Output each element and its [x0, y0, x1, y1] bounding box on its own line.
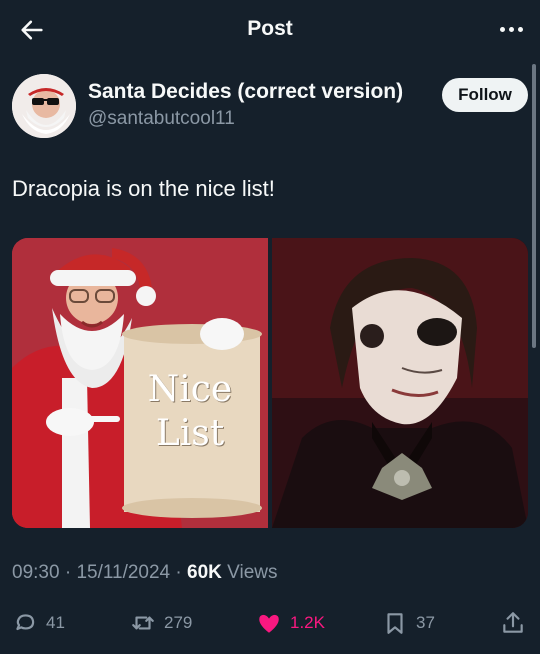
santa-avatar-image	[12, 74, 76, 138]
media-image-cardinal[interactable]	[272, 238, 528, 528]
views-count[interactable]: 60K	[187, 562, 222, 583]
cardinal-photo	[272, 238, 528, 528]
share-button[interactable]	[500, 606, 526, 640]
reply-icon	[16, 614, 35, 631]
reply-button[interactable]: 41	[12, 606, 65, 640]
action-bar: 41 279 1.2K 37	[12, 606, 528, 640]
post-author: Santa Decides (correct version) @santabu…	[12, 74, 528, 140]
scrollbar[interactable]	[532, 64, 536, 348]
nice-list-sign: Nice List	[130, 368, 250, 456]
like-count: 1.2K	[290, 613, 325, 632]
bookmark-button[interactable]: 37	[382, 606, 435, 640]
repost-button[interactable]: 279	[130, 606, 192, 640]
repost-icon	[132, 616, 154, 630]
page-title: Post	[247, 17, 293, 40]
sign-line-2: List	[155, 413, 225, 454]
post-meta: 09:30 · 15/11/2024 · 60K Views	[12, 562, 278, 584]
author-handle[interactable]: @santabutcool11	[88, 108, 403, 130]
views-label: Views	[221, 562, 278, 583]
back-button[interactable]	[18, 16, 46, 44]
reply-count: 41	[46, 613, 65, 632]
meta-separator: ·	[170, 562, 188, 583]
bookmark-count: 37	[416, 613, 435, 632]
more-horizontal-icon	[499, 26, 505, 32]
sign-line-1: Nice	[147, 369, 233, 410]
post-date: 15/11/2024	[76, 562, 171, 583]
meta-separator: ·	[59, 562, 77, 583]
repost-count: 279	[164, 613, 193, 632]
top-bar: Post	[0, 0, 540, 58]
post-media: Nice List	[12, 238, 528, 528]
media-image-santa[interactable]: Nice List	[12, 238, 268, 528]
more-options-button[interactable]	[496, 14, 526, 44]
heart-filled-icon	[259, 614, 279, 633]
avatar[interactable]	[12, 74, 76, 138]
post-text: Dracopia is on the nice list!	[12, 176, 275, 201]
post-time: 09:30	[12, 562, 60, 583]
share-icon	[503, 612, 523, 633]
bookmark-icon	[387, 613, 403, 634]
follow-button[interactable]: Follow	[442, 78, 528, 112]
author-display-name[interactable]: Santa Decides (correct version)	[88, 80, 403, 104]
arrow-left-icon	[21, 20, 43, 40]
like-button[interactable]: 1.2K	[256, 606, 325, 640]
